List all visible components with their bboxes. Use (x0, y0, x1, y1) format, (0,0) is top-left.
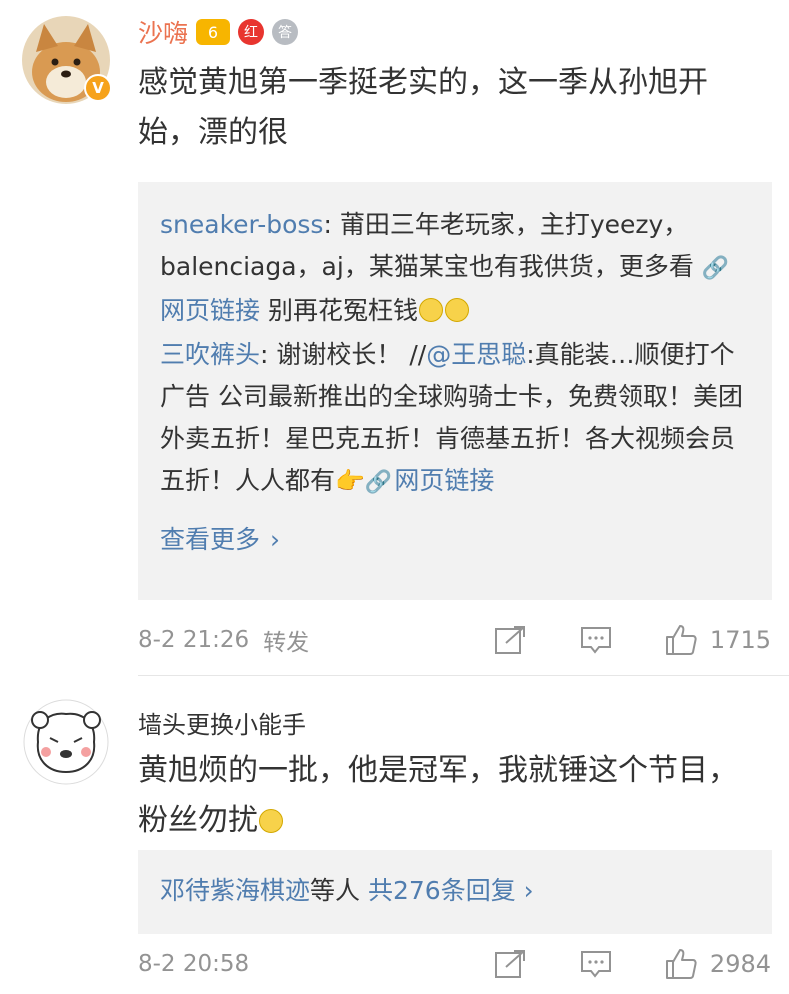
reply-author[interactable]: sneaker-boss (160, 210, 323, 239)
reply-count-link[interactable]: 共276条回复 (368, 876, 516, 905)
replies-summary-line: 邓待紫海棋迹等人 共276条回复 › (160, 870, 750, 912)
crown-level-badge-icon[interactable]: 6 (196, 19, 231, 45)
comment-text-body: 黄旭烦的一批，他是冠军，我就锤这个节目，粉丝勿扰 (138, 753, 738, 838)
replies-box[interactable]: sneaker-boss: 莆田三年老玩家，主打yeezy，balenciaga… (138, 182, 772, 600)
chevron-right-icon: › (523, 876, 534, 905)
like-button[interactable]: 2984 (664, 947, 771, 981)
reply-author-names[interactable]: 邓待紫海棋迹 (160, 876, 310, 905)
replies-suffix: 等人 (310, 876, 361, 905)
web-link-label: 网页链接 (160, 296, 261, 325)
smile-emoji-icon (444, 298, 469, 322)
link-icon: 🔗 (364, 470, 393, 495)
like-button[interactable]: 1715 (664, 623, 771, 657)
share-icon[interactable] (494, 949, 528, 979)
reply-item: 三吹裤头: 谢谢校长！ //@王思聪:真能装…顺便打个广告 公司最新推出的全球购… (160, 334, 750, 504)
view-more-link[interactable]: 查看更多 › (160, 520, 750, 556)
username[interactable]: 沙嗨 (138, 14, 188, 50)
pointing-hand-emoji-icon: 👉 (335, 467, 365, 495)
link-icon: 🔗 (701, 256, 730, 281)
thumbs-up-icon (665, 949, 697, 979)
timestamp: 8-2 20:58 (138, 951, 250, 977)
mention-link[interactable]: @王思聪 (426, 340, 526, 369)
comment-icon[interactable] (580, 949, 612, 979)
chevron-right-icon: › (270, 525, 281, 554)
reply-separator: : (323, 210, 340, 239)
comment-item: V 沙嗨 6 红 答 感觉黄旭第一季挺老实的，这一季从孙旭开始，漂的很 snea… (0, 0, 789, 675)
reply-text: 谢谢校长！ // (276, 340, 427, 369)
comment-item: 墙头更换小能手 黄旭烦的一批，他是冠军，我就锤这个节目，粉丝勿扰 邓待紫海棋迹等… (0, 676, 789, 994)
web-link[interactable]: 🔗网页链接 (365, 466, 494, 495)
like-count: 2984 (709, 950, 771, 978)
thumbs-up-icon (665, 625, 697, 655)
like-count: 1715 (709, 626, 771, 654)
share-icon[interactable] (494, 625, 528, 655)
web-link-label: 网页链接 (394, 466, 495, 495)
replies-summary[interactable]: 邓待紫海棋迹等人 共276条回复 › (138, 850, 772, 934)
silver-badge-icon[interactable]: 答 (272, 19, 299, 45)
grin-emoji-icon (259, 809, 283, 833)
comment-meta: 8-2 20:58 2984 (138, 944, 771, 984)
reply-item: sneaker-boss: 莆田三年老玩家，主打yeezy，balenciaga… (160, 204, 750, 332)
red-badge-icon[interactable]: 红 (238, 19, 265, 45)
comment-text: 感觉黄旭第一季挺老实的，这一季从孙旭开始，漂的很 (138, 65, 708, 150)
reply-author[interactable]: 三吹裤头 (160, 340, 260, 369)
comment-text: 黄旭烦的一批，他是冠军，我就锤这个节目，粉丝勿扰 (138, 746, 765, 846)
verified-badge-icon: V (84, 74, 112, 102)
comment-meta: 8-2 21:26 转发 1715 (138, 620, 771, 660)
timestamp: 8-2 21:26 (138, 627, 250, 653)
smile-emoji-icon (418, 298, 443, 322)
comment-icon[interactable] (580, 625, 612, 655)
username[interactable]: 墙头更换小能手 (138, 705, 306, 740)
reply-text-after: 别再花冤枉钱 (260, 296, 418, 325)
avatar-cartoon-face[interactable] (22, 698, 110, 786)
forward-link[interactable]: 转发 (263, 623, 309, 657)
reply-separator: : (260, 340, 277, 369)
view-more-label: 查看更多 (160, 525, 261, 554)
